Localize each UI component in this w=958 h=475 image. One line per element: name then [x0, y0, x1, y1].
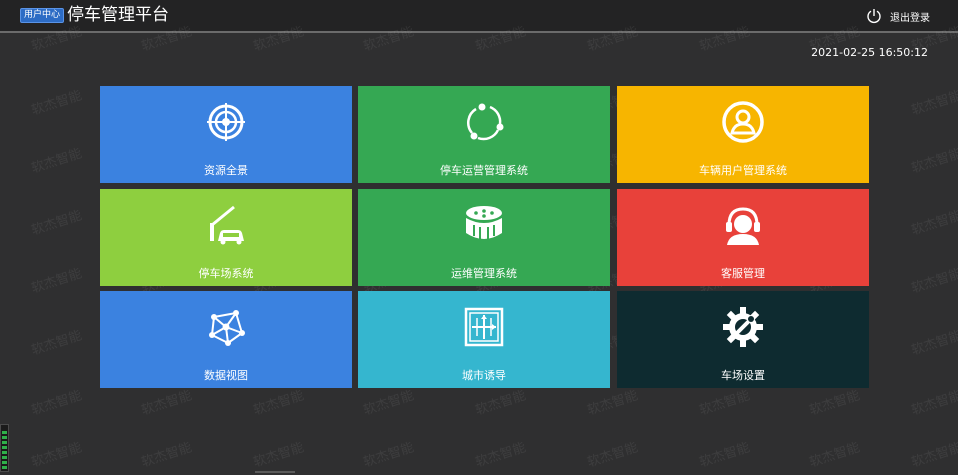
tile-label: 停车场系统 [198, 267, 254, 280]
tile-data-view[interactable]: 数据视图 [100, 291, 352, 388]
data-network-icon [209, 310, 245, 346]
server-disk-icon [466, 206, 502, 239]
user-icon [722, 101, 764, 143]
target-icon [207, 103, 245, 141]
watermark-text: 软杰智能 [909, 266, 958, 297]
tile-label: 客服管理 [721, 267, 765, 280]
tile-label: 数据视图 [204, 369, 248, 382]
parking-barrier-icon [210, 205, 244, 245]
module-grid: 资源全景 停车运营管理系统 车辆用户管理系统 停车场系统 运维管理系统 客服管理… [100, 86, 869, 388]
watermark-text: 软杰智能 [29, 388, 84, 419]
logout-button[interactable]: 退出登录 [866, 7, 930, 25]
tile-city-guidance[interactable]: 城市诱导 [358, 291, 610, 388]
watermark-text: 软杰智能 [909, 88, 958, 119]
watermark-text: 软杰智能 [909, 440, 958, 471]
watermark-text: 软杰智能 [29, 146, 84, 177]
watermark-text: 软杰智能 [251, 440, 306, 471]
watermark-text: 软杰智能 [29, 88, 84, 119]
watermark-text: 软杰智能 [585, 440, 640, 471]
watermark-text: 软杰智能 [251, 388, 306, 419]
watermark-text: 软杰智能 [361, 388, 416, 419]
user-center-badge[interactable]: 用户中心 [20, 8, 65, 23]
logout-label: 退出登录 [890, 12, 930, 24]
level-indicator [0, 424, 9, 472]
watermark-text: 软杰智能 [807, 440, 862, 471]
tile-resource-overview[interactable]: 资源全景 [100, 86, 352, 183]
tile-parking-settings[interactable]: 车场设置 [617, 291, 869, 388]
current-datetime: 2021-02-25 16:50:12 [811, 46, 928, 59]
tile-ops-maintenance[interactable]: 运维管理系统 [358, 189, 610, 286]
watermark-text: 软杰智能 [909, 388, 958, 419]
tile-parking-operations[interactable]: 停车运营管理系统 [358, 86, 610, 183]
page-title: 停车管理平台 [67, 5, 169, 25]
watermark-text: 软杰智能 [29, 328, 84, 359]
watermark-text: 软杰智能 [585, 388, 640, 419]
tile-label: 城市诱导 [462, 369, 506, 382]
watermark-text: 软杰智能 [361, 440, 416, 471]
watermark-text: 软杰智能 [909, 208, 958, 239]
watermark-text: 软杰智能 [139, 388, 194, 419]
watermark-text: 软杰智能 [697, 440, 752, 471]
watermark-text: 软杰智能 [29, 208, 84, 239]
bottom-divider [255, 471, 295, 473]
tile-label: 停车运营管理系统 [440, 164, 528, 177]
top-header-bar: 用户中心 停车管理平台 退出登录 [0, 0, 958, 33]
watermark-text: 软杰智能 [29, 440, 84, 471]
tile-label: 车辆用户管理系统 [699, 164, 787, 177]
tile-vehicle-user-management[interactable]: 车辆用户管理系统 [617, 86, 869, 183]
tile-customer-service[interactable]: 客服管理 [617, 189, 869, 286]
city-guide-icon [464, 307, 504, 347]
power-icon [867, 9, 881, 24]
watermark-text: 软杰智能 [139, 440, 194, 471]
tile-label: 车场设置 [721, 369, 765, 382]
watermark-text: 软杰智能 [909, 328, 958, 359]
tile-parking-lot-system[interactable]: 停车场系统 [100, 189, 352, 286]
watermark-text: 软杰智能 [909, 146, 958, 177]
customer-service-icon [726, 207, 760, 245]
watermark-text: 软杰智能 [473, 440, 528, 471]
watermark-text: 软杰智能 [697, 388, 752, 419]
tile-label: 资源全景 [204, 164, 248, 177]
watermark-text: 软杰智能 [29, 266, 84, 297]
gear-wrench-icon [723, 307, 763, 347]
level-bars [2, 431, 7, 469]
watermark-text: 软杰智能 [807, 388, 862, 419]
network-cycle-icon [467, 103, 504, 141]
watermark-text: 软杰智能 [473, 388, 528, 419]
tile-label: 运维管理系统 [451, 267, 517, 280]
